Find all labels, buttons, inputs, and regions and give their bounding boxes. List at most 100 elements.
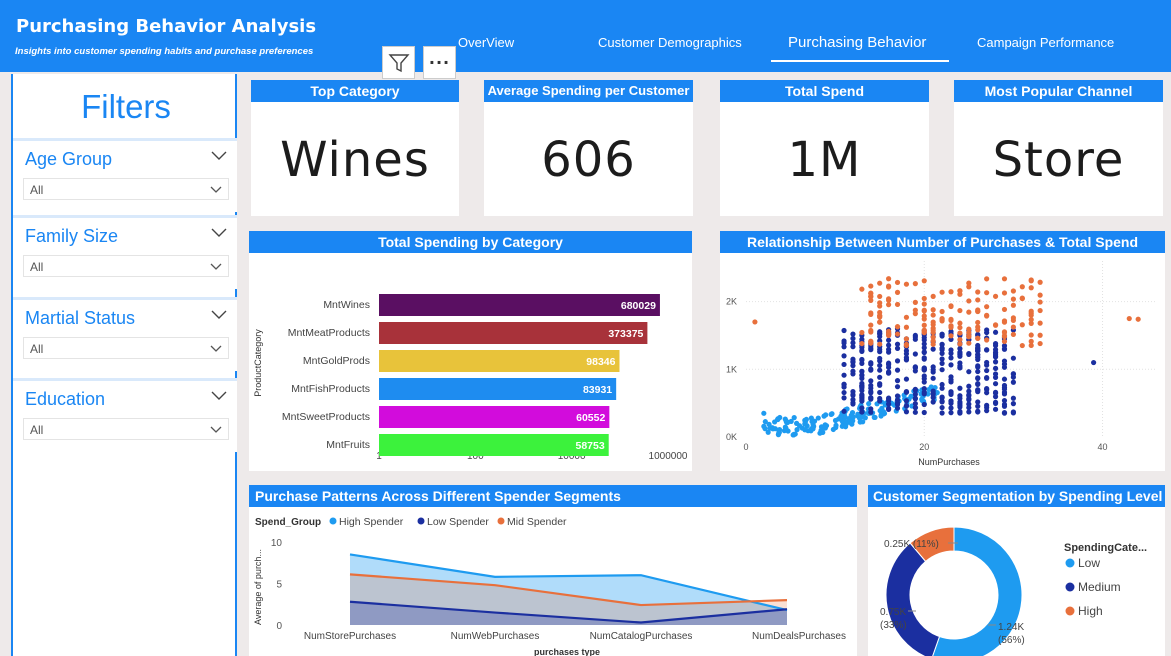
scatter-point[interactable] (859, 340, 865, 347)
scatter-point[interactable] (1037, 299, 1043, 305)
scatter-point[interactable] (984, 304, 990, 310)
scatter-point[interactable] (886, 276, 892, 282)
scatter-point[interactable] (823, 412, 829, 418)
scatter-point[interactable] (975, 368, 981, 375)
scatter-point[interactable] (1028, 338, 1034, 344)
scatter-point[interactable] (939, 356, 945, 362)
scatter-point[interactable] (841, 361, 847, 368)
scatter-point[interactable] (921, 379, 927, 385)
tab-campaign-performance[interactable]: Campaign Performance (977, 35, 1114, 50)
scatter-point[interactable] (992, 365, 999, 371)
scatter-point[interactable] (939, 410, 945, 416)
scatter-point[interactable] (921, 301, 927, 307)
scatter-point[interactable] (886, 331, 892, 337)
scatter-point[interactable] (939, 367, 945, 373)
scatter-point[interactable] (859, 357, 865, 363)
scatter-point[interactable] (903, 342, 910, 349)
scatter-point[interactable] (894, 279, 901, 286)
scatter-point[interactable] (828, 411, 834, 417)
scatter-point[interactable] (804, 423, 810, 429)
scatter-point[interactable] (957, 410, 963, 416)
scatter-point[interactable] (841, 340, 847, 346)
scatter-point[interactable] (850, 391, 856, 398)
scatter-point[interactable] (957, 291, 963, 297)
scatter-point[interactable] (886, 362, 892, 368)
scatter-point[interactable] (984, 374, 990, 381)
bar[interactable] (379, 322, 648, 344)
scatter-point[interactable] (921, 316, 927, 322)
scatter-point[interactable] (761, 423, 767, 429)
scatter-point[interactable] (810, 422, 816, 428)
scatter-point[interactable] (859, 286, 865, 292)
scatter-point[interactable] (930, 394, 936, 401)
scatter-point[interactable] (966, 401, 972, 407)
legend-label[interactable]: Low Spender (427, 516, 489, 528)
scatter-point[interactable] (1001, 401, 1008, 408)
scatter-point[interactable] (1010, 409, 1016, 415)
scatter-point[interactable] (903, 409, 910, 415)
scatter-point[interactable] (1019, 284, 1025, 290)
scatter-point[interactable] (984, 313, 990, 319)
bar[interactable] (379, 378, 617, 400)
scatter-point[interactable] (1001, 290, 1008, 296)
donut-slice[interactable] (885, 542, 941, 656)
scatter-point[interactable] (984, 408, 990, 414)
scatter-point[interactable] (912, 409, 918, 415)
scatter-point[interactable] (838, 413, 844, 419)
scatter-point[interactable] (877, 382, 883, 388)
more-options-button[interactable]: ··· (423, 46, 456, 79)
scatter-point[interactable] (921, 278, 927, 284)
scatter-point[interactable] (948, 333, 954, 339)
scatter-point[interactable] (877, 398, 883, 404)
scatter-point[interactable] (939, 381, 945, 388)
age-group-select[interactable]: All (23, 178, 229, 200)
scatter-point[interactable] (886, 342, 892, 348)
scatter-point[interactable] (984, 337, 990, 343)
scatter-point[interactable] (930, 367, 936, 373)
education-select[interactable]: All (23, 418, 229, 440)
scatter-point[interactable] (903, 398, 910, 404)
scatter-point[interactable] (930, 388, 936, 394)
scatter-point[interactable] (1028, 308, 1034, 314)
scatter-point[interactable] (912, 365, 918, 371)
scatter-point[interactable] (859, 329, 865, 336)
scatter-point[interactable] (886, 369, 892, 376)
scatter-point[interactable] (903, 314, 910, 320)
scatter-point[interactable] (921, 367, 927, 373)
scatter-point[interactable] (830, 426, 836, 433)
scatter-point[interactable] (894, 405, 901, 411)
scatter-point[interactable] (1010, 317, 1016, 323)
scatter-point[interactable] (877, 346, 883, 353)
scatter-point[interactable] (1010, 395, 1016, 401)
scatter-point[interactable] (894, 358, 901, 364)
scatter-point[interactable] (966, 298, 972, 304)
scatter-point[interactable] (841, 408, 847, 414)
scatter-point[interactable] (948, 347, 954, 353)
scatter-point[interactable] (841, 327, 847, 334)
scatter-point[interactable] (1010, 331, 1016, 338)
scatter-point[interactable] (939, 308, 945, 315)
scatter-point[interactable] (784, 419, 790, 426)
scatter-point[interactable] (1001, 276, 1008, 282)
scatter-point[interactable] (939, 394, 945, 400)
scatter-point[interactable] (984, 367, 990, 374)
scatter-point[interactable] (877, 319, 883, 325)
scatter-point[interactable] (975, 327, 981, 333)
scatter-point[interactable] (1028, 320, 1034, 326)
bar[interactable] (379, 294, 660, 316)
scatter-point[interactable] (957, 324, 963, 331)
scatter-point[interactable] (1126, 315, 1132, 322)
scatter-point[interactable] (921, 349, 927, 356)
scatter-point[interactable] (992, 381, 999, 387)
scatter-point[interactable] (912, 281, 918, 287)
scatter-point[interactable] (1019, 295, 1025, 301)
scatter-point[interactable] (886, 302, 892, 308)
scatter-point[interactable] (886, 337, 892, 343)
scatter-point[interactable] (984, 359, 990, 366)
scatter-point[interactable] (841, 372, 847, 378)
scatter-point[interactable] (930, 307, 936, 313)
scatter-point[interactable] (850, 371, 856, 377)
scatter-point[interactable] (862, 415, 868, 421)
scatter-point[interactable] (1028, 332, 1034, 338)
scatter-point[interactable] (921, 391, 927, 397)
